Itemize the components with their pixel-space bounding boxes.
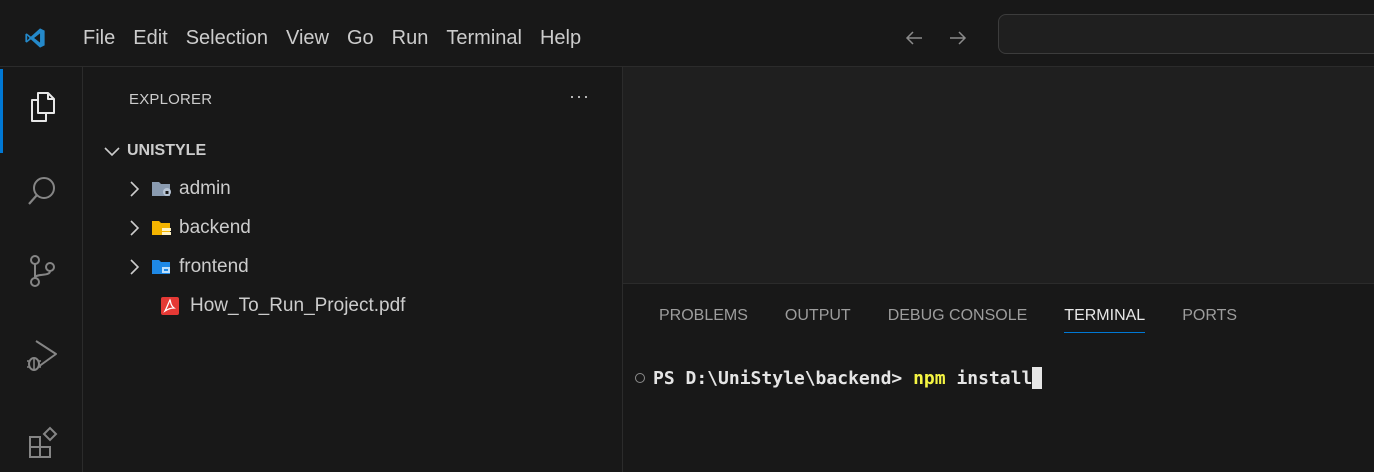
menu-run[interactable]: Run: [383, 18, 438, 58]
tab-output[interactable]: OUTPUT: [785, 307, 851, 333]
menu-view[interactable]: View: [277, 18, 338, 58]
terminal-cursor: [1032, 367, 1043, 389]
tree-item-label: backend: [179, 217, 251, 238]
command-status-icon: [635, 373, 645, 383]
menu-selection[interactable]: Selection: [177, 18, 277, 58]
activity-bar: [0, 67, 83, 472]
explorer-sidebar: EXPLORER ··· UNISTYLE admin backend fron…: [83, 67, 623, 472]
title-bar: File Edit Selection View Go Run Terminal…: [0, 0, 1374, 67]
run-debug-icon[interactable]: [24, 337, 60, 373]
admin-folder-icon: [152, 182, 171, 196]
source-control-icon[interactable]: [24, 253, 60, 289]
search-icon[interactable]: [24, 173, 60, 209]
forward-arrow-icon[interactable]: [946, 26, 970, 50]
tree-item-label: frontend: [179, 256, 249, 277]
tab-debug-console[interactable]: DEBUG CONSOLE: [888, 307, 1028, 333]
menu-file[interactable]: File: [74, 18, 124, 58]
tree-item-pdf[interactable]: How_To_Run_Project.pdf: [154, 287, 405, 325]
tree-item-label: How_To_Run_Project.pdf: [190, 295, 406, 316]
tree-item-label: admin: [179, 178, 231, 199]
menu-terminal[interactable]: Terminal: [437, 18, 531, 58]
terminal-args: install: [945, 367, 1033, 389]
frontend-folder-icon: [152, 260, 170, 274]
terminal-line[interactable]: PS D:\UniStyle\backend> npm install: [635, 367, 1043, 389]
tree-item-admin[interactable]: admin: [123, 170, 231, 208]
extensions-icon[interactable]: [24, 425, 60, 461]
menu-go[interactable]: Go: [338, 18, 383, 58]
chevron-right-icon: [130, 181, 140, 197]
chevron-down-icon: [104, 147, 120, 157]
tab-problems[interactable]: PROBLEMS: [659, 307, 748, 333]
chevron-right-icon: [130, 220, 140, 236]
editor-area: [623, 67, 1374, 283]
menu-edit[interactable]: Edit: [124, 18, 176, 58]
explorer-title: EXPLORER: [129, 91, 213, 108]
workspace-root[interactable]: UNISTYLE: [101, 140, 206, 162]
menu-bar: File Edit Selection View Go Run Terminal…: [74, 0, 590, 67]
tree-item-frontend[interactable]: frontend: [123, 248, 249, 286]
backend-folder-icon: [152, 221, 171, 235]
pdf-file-icon: [161, 297, 179, 315]
workspace-root-label: UNISTYLE: [127, 142, 207, 159]
tree-item-backend[interactable]: backend: [123, 209, 251, 247]
terminal-prompt: PS D:\UniStyle\backend>: [653, 367, 914, 389]
panel-tabs: PROBLEMS OUTPUT DEBUG CONSOLE TERMINAL P…: [659, 307, 1274, 333]
tab-terminal[interactable]: TERMINAL: [1064, 307, 1146, 333]
terminal-command: npm: [913, 367, 946, 389]
chevron-right-icon: [130, 259, 140, 275]
active-indicator: [0, 69, 3, 153]
menu-help[interactable]: Help: [531, 18, 590, 58]
explorer-files-icon[interactable]: [24, 89, 60, 125]
more-actions-button[interactable]: ···: [569, 86, 590, 107]
back-arrow-icon[interactable]: [902, 26, 926, 50]
bottom-panel: PROBLEMS OUTPUT DEBUG CONSOLE TERMINAL P…: [623, 283, 1374, 472]
vscode-logo-icon: [25, 28, 45, 48]
tab-ports[interactable]: PORTS: [1182, 307, 1237, 333]
command-center-search[interactable]: [998, 14, 1374, 54]
